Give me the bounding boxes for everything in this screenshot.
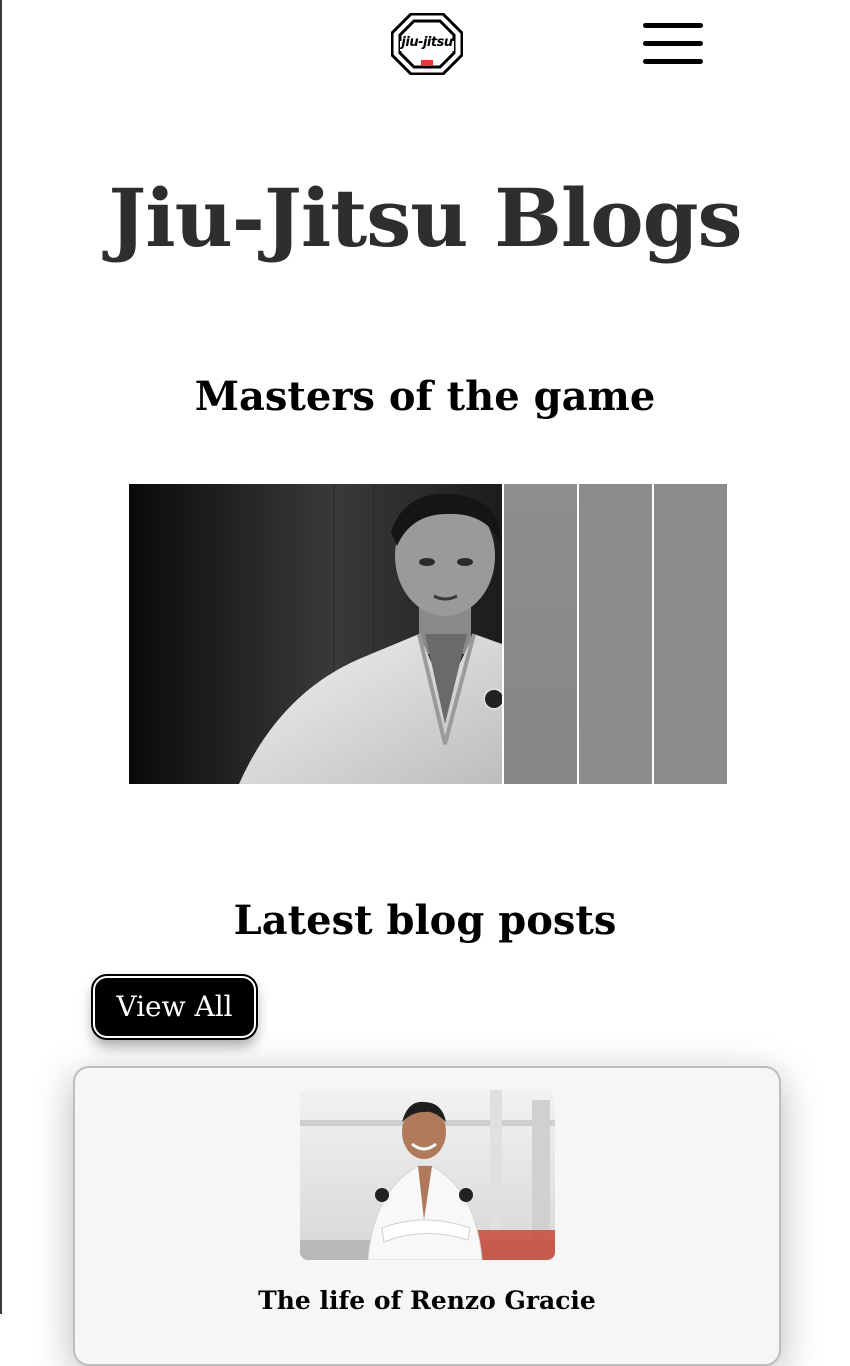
blog-post-title: The life of Renzo Gracie [258, 1286, 596, 1315]
blog-post-card[interactable]: The life of Renzo Gracie [73, 1066, 781, 1366]
gallery-strip-image[interactable] [579, 484, 652, 784]
gallery-strip-image[interactable] [504, 484, 577, 784]
hamburger-menu-button[interactable] [640, 20, 706, 70]
site-logo[interactable]: jiu-jitsu [391, 13, 463, 75]
masters-gallery [129, 484, 727, 784]
masters-section-title: Masters of the game [194, 373, 656, 420]
gallery-strip-image[interactable] [654, 484, 727, 784]
renzo-gracie-photo [300, 1090, 555, 1260]
view-all-button[interactable]: View All [91, 974, 258, 1040]
logo-text: jiu-jitsu [401, 35, 453, 50]
site-header: jiu-jitsu [0, 0, 850, 90]
latest-posts-section-title: Latest blog posts [233, 897, 617, 944]
blog-post-image [300, 1090, 555, 1260]
page-title: Jiu-Jitsu Blogs [108, 171, 742, 265]
gallery-featured-image[interactable] [129, 484, 502, 784]
master-portrait-image [129, 484, 502, 784]
